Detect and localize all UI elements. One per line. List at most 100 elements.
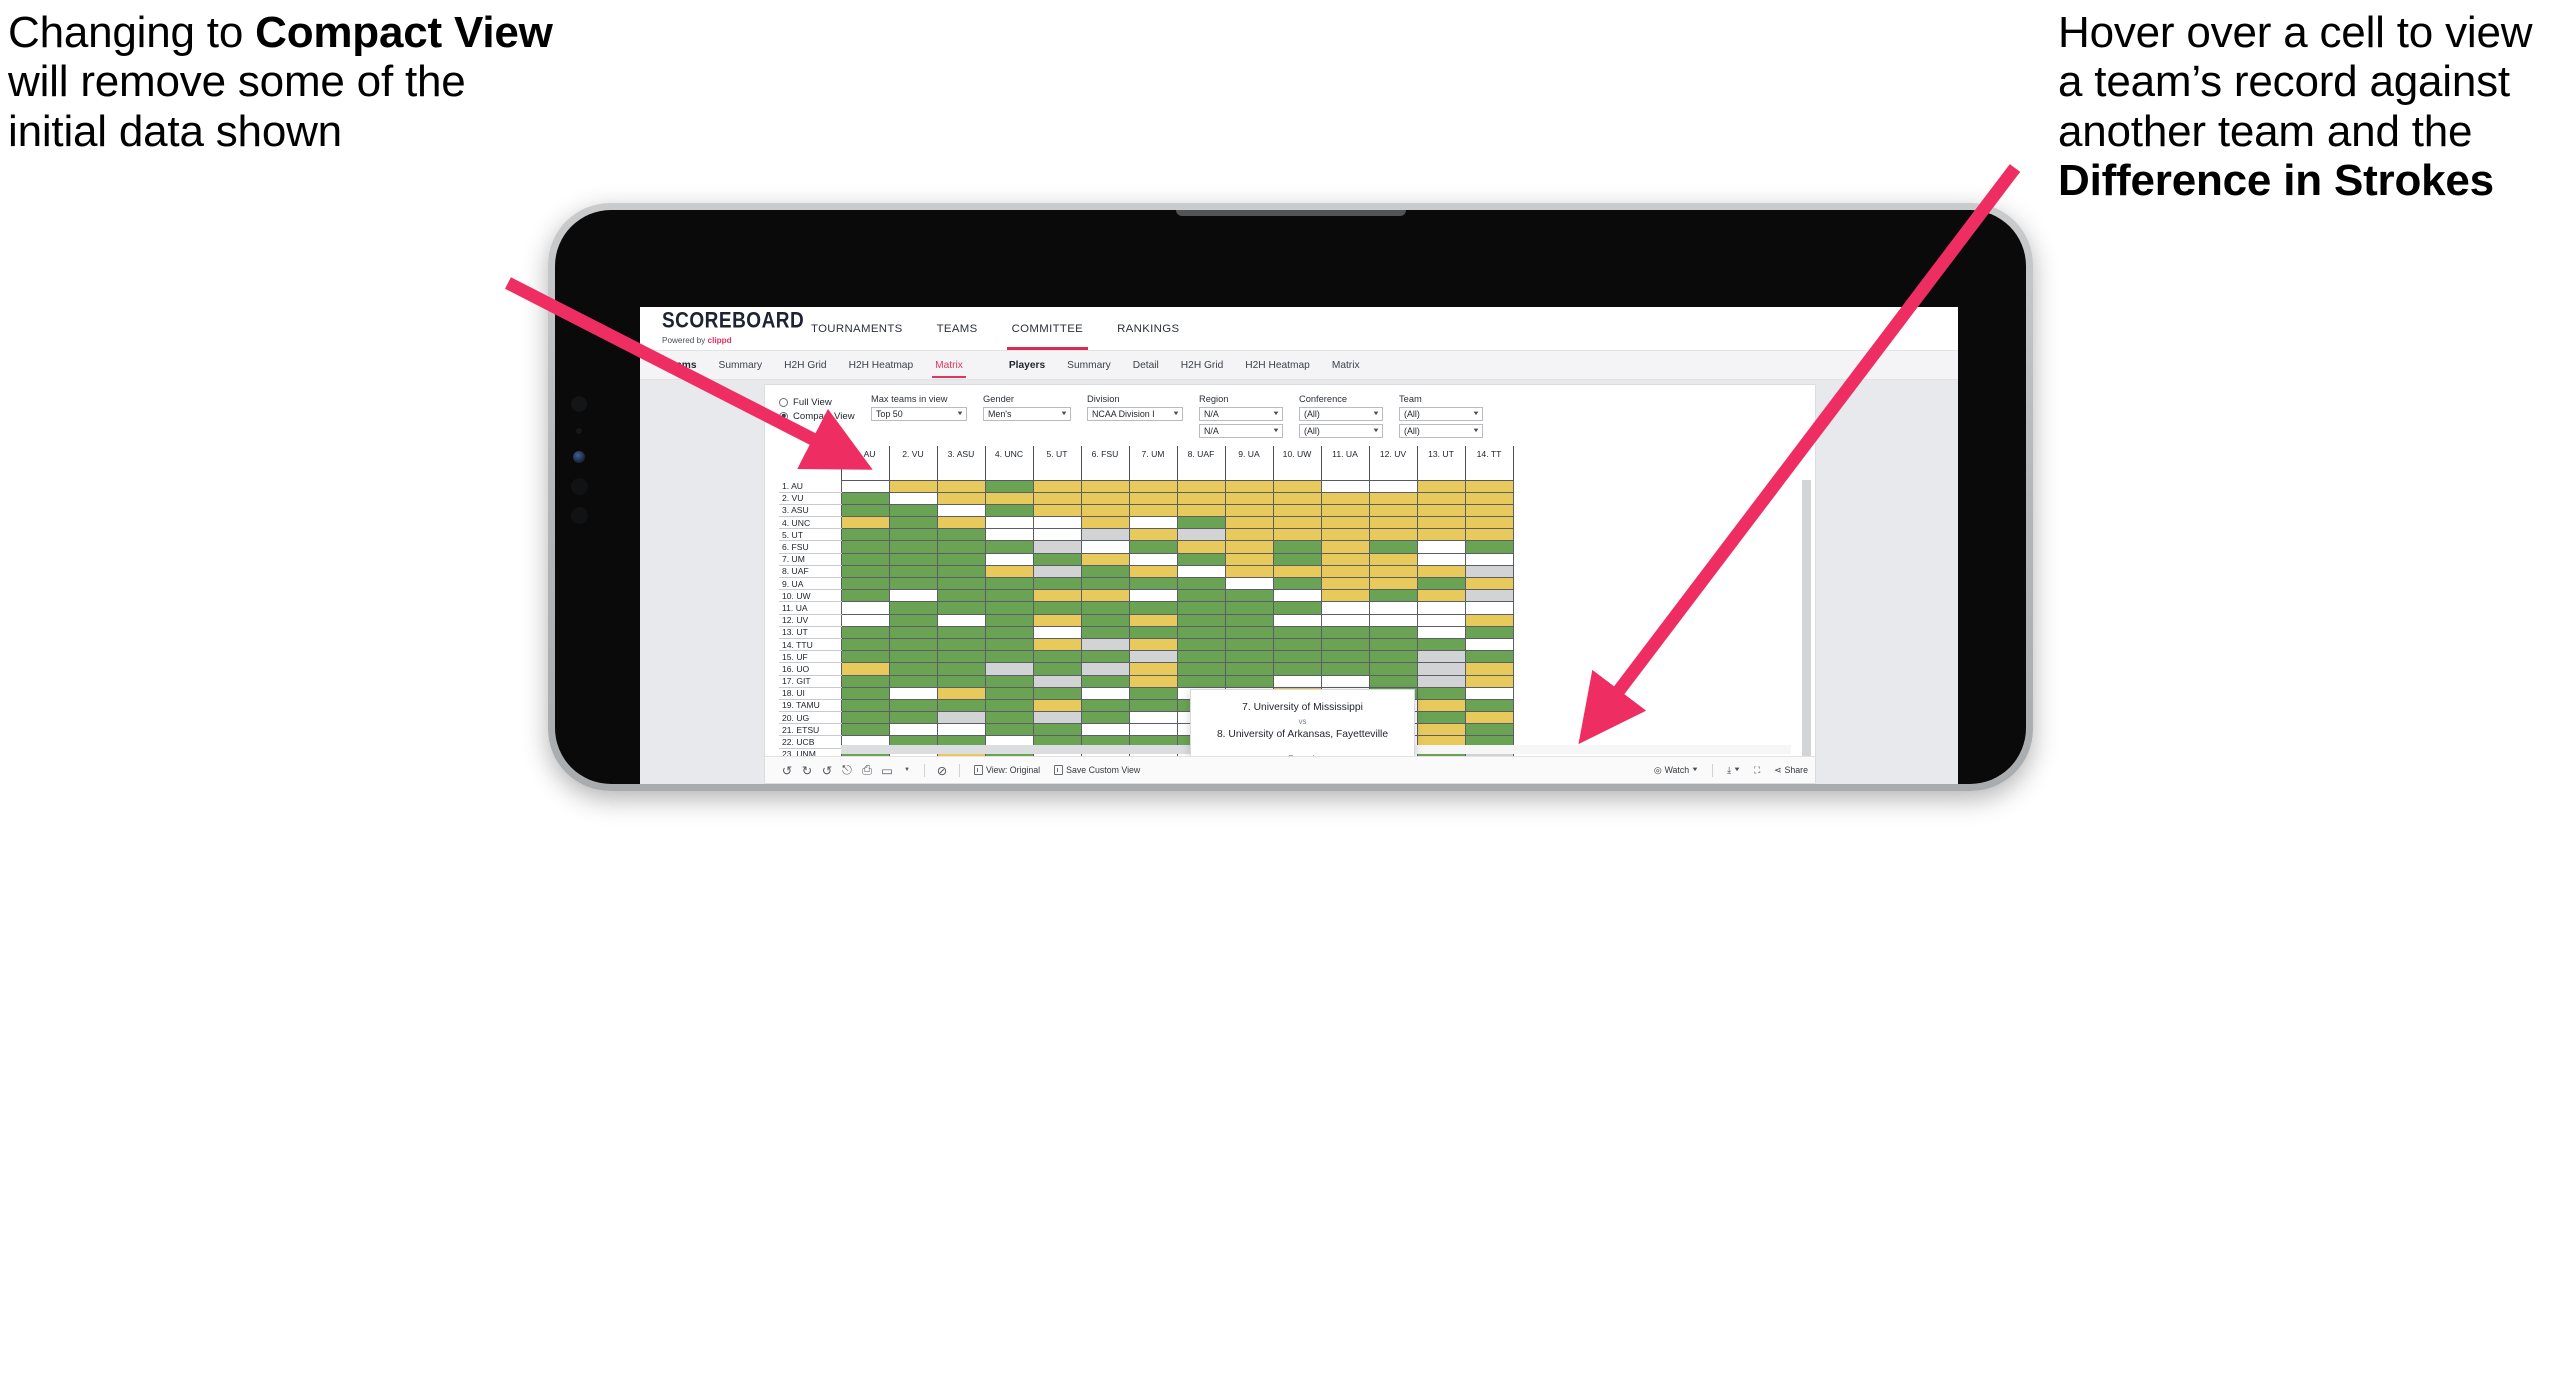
full-view-radio-icon[interactable] [779,397,788,407]
matrix-cell[interactable] [1272,637,1322,652]
matrix-cell[interactable] [840,698,890,713]
gender-select[interactable]: Men's ▼ [983,407,1071,421]
matrix-cell[interactable] [1320,491,1370,505]
rectangle-select-icon[interactable]: ▭ [877,757,897,784]
matrix-cell[interactable] [1368,650,1418,664]
matrix-cell[interactable] [888,650,938,664]
matrix-cell[interactable] [1464,613,1514,627]
matrix-cell[interactable] [1272,491,1322,505]
matrix-cell[interactable] [840,723,890,737]
team-select-2[interactable]: (All) ▼ [1399,424,1483,438]
save-custom-view-button[interactable]: Save Custom View [1047,757,1147,784]
matrix-cell[interactable] [984,650,1034,664]
matrix-cell[interactable] [1272,479,1322,493]
matrix-cell[interactable] [1464,564,1514,579]
matrix-cell[interactable] [1176,503,1226,518]
matrix-cell[interactable] [1128,613,1178,627]
refresh-data-source-icon[interactable]: ⎋ [837,757,857,784]
sub-nav-teams-matrix[interactable]: Matrix [924,351,974,380]
matrix-cell[interactable] [1464,686,1514,700]
matrix-cell[interactable] [840,662,890,676]
matrix-cell[interactable] [1128,589,1178,603]
matrix-cell[interactable] [840,589,890,603]
matrix-cell[interactable] [1272,540,1322,554]
matrix-cell[interactable] [1128,479,1178,493]
matrix-cell[interactable] [1080,491,1130,505]
matrix-cell[interactable] [1224,540,1274,554]
matrix-cell[interactable] [1080,662,1130,676]
matrix-cell[interactable] [1176,491,1226,505]
matrix-cell[interactable] [1224,491,1274,505]
matrix-cell[interactable] [840,674,890,688]
matrix-cell[interactable] [1320,479,1370,493]
matrix-cell[interactable] [888,589,938,603]
matrix-cell[interactable] [984,589,1034,603]
matrix-cell[interactable] [1080,552,1130,566]
matrix-cell[interactable] [840,552,890,566]
matrix-cell[interactable] [1464,491,1514,505]
matrix-cell[interactable] [1032,552,1082,566]
matrix-cell[interactable] [1416,637,1466,652]
matrix-cell[interactable] [840,491,890,505]
matrix-cell[interactable] [1224,576,1274,591]
matrix-cell[interactable] [1368,662,1418,676]
matrix-cell[interactable] [888,601,938,615]
matrix-cell[interactable] [984,503,1034,518]
matrix-cell[interactable] [1080,540,1130,554]
matrix-cell[interactable] [1176,589,1226,603]
matrix-cell[interactable] [1032,589,1082,603]
matrix-cell[interactable] [1320,576,1370,591]
conference-select-1[interactable]: (All) ▼ [1299,407,1383,421]
download-button[interactable]: ⤓ ▼ [1720,757,1747,784]
chevron-down-icon[interactable]: ▼ [897,757,917,784]
matrix-cell[interactable] [840,528,890,542]
matrix-cell[interactable] [888,528,938,542]
matrix-cell[interactable] [1416,723,1466,737]
matrix-cell[interactable] [936,601,986,615]
matrix-cell[interactable] [1416,686,1466,700]
matrix-cell[interactable] [840,650,890,664]
top-nav-committee[interactable]: COMMITTEE [995,307,1101,350]
matrix-cell[interactable] [1032,613,1082,627]
matrix-cell[interactable] [1080,625,1130,639]
matrix-cell[interactable] [1272,625,1322,639]
matrix-cell[interactable] [840,479,890,493]
matrix-cell[interactable] [1176,564,1226,579]
conference-select-2[interactable]: (All) ▼ [1299,424,1383,438]
matrix-cell[interactable] [936,662,986,676]
matrix-cell[interactable] [1464,723,1514,737]
matrix-cell[interactable] [1224,564,1274,579]
matrix-cell[interactable] [1464,625,1514,639]
matrix-cell[interactable] [1272,528,1322,542]
matrix-cell[interactable] [1368,479,1418,493]
matrix-cell[interactable] [936,552,986,566]
matrix-cell[interactable] [1032,503,1082,518]
matrix-cell[interactable] [1320,625,1370,639]
sub-nav-players-matrix[interactable]: Matrix [1321,351,1371,380]
matrix-cell[interactable] [1224,589,1274,603]
matrix-cell[interactable] [1080,601,1130,615]
matrix-cell[interactable] [1416,540,1466,554]
matrix-cell[interactable] [984,528,1034,542]
matrix-cell[interactable] [984,540,1034,554]
compact-view-radio-row[interactable]: Compact View [779,409,871,423]
division-select[interactable]: NCAA Division I ▼ [1087,407,1183,421]
matrix-cell[interactable] [1320,637,1370,652]
matrix-cell[interactable] [1080,650,1130,664]
matrix-cell[interactable] [1464,637,1514,652]
matrix-cell[interactable] [1272,613,1322,627]
matrix-cell[interactable] [1224,503,1274,518]
matrix-cell[interactable] [1032,528,1082,542]
matrix-cell[interactable] [1416,698,1466,713]
matrix-cell[interactable] [984,711,1034,725]
matrix-cell[interactable] [984,576,1034,591]
matrix-cell[interactable] [1128,637,1178,652]
matrix-cell[interactable] [1032,662,1082,676]
matrix-cell[interactable] [1176,528,1226,542]
matrix-cell[interactable] [1128,698,1178,713]
matrix-cell[interactable] [1176,601,1226,615]
matrix-cell[interactable] [1032,698,1082,713]
matrix-cell[interactable] [1032,576,1082,591]
matrix-cell[interactable] [1080,686,1130,700]
matrix-cell[interactable] [1128,564,1178,579]
